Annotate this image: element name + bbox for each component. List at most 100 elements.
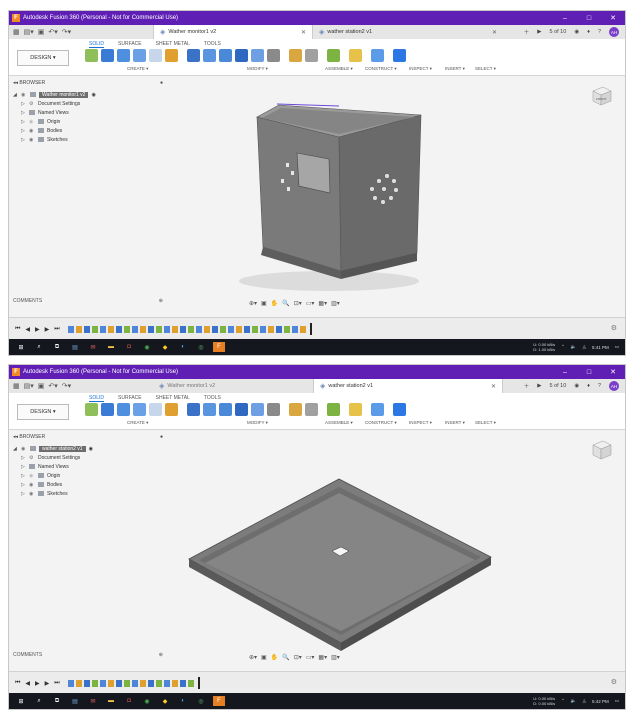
timeline-play-icon[interactable]: ▶: [35, 326, 40, 333]
tab-wather-monitor[interactable]: ◈ Wather monitor1 v2 ✕: [153, 25, 313, 39]
search-icon[interactable]: ⌕: [33, 342, 45, 352]
visibility-icon[interactable]: ◉: [29, 473, 35, 479]
wifi-icon[interactable]: ◬: [583, 344, 586, 350]
viewports-icon[interactable]: ▥▾: [331, 300, 340, 307]
group-modify[interactable]: MODIFY ▾: [247, 420, 268, 426]
clock[interactable]: 5:42 PM: [592, 699, 609, 704]
design-workspace-button[interactable]: DESIGN ▾: [17, 404, 69, 420]
group-modify[interactable]: MODIFY ▾: [247, 66, 268, 72]
volume-icon[interactable]: 🔈: [571, 344, 577, 350]
look-at-icon[interactable]: ▣: [261, 654, 267, 661]
visibility-icon[interactable]: ◉: [29, 491, 35, 497]
timeline-feature[interactable]: [299, 325, 306, 333]
store-icon[interactable]: ▤: [69, 696, 81, 706]
avatar[interactable]: AH: [609, 27, 619, 37]
file-explorer-icon[interactable]: ▬: [105, 342, 117, 352]
shell-icon[interactable]: [235, 49, 248, 62]
timeline-feature[interactable]: [275, 325, 282, 333]
pan-icon[interactable]: ✋: [271, 300, 278, 307]
chrome-icon[interactable]: ◉: [141, 342, 153, 352]
redo-icon[interactable]: ↷▾: [62, 382, 71, 390]
timeline-feature[interactable]: [211, 325, 218, 333]
canvas-viewport[interactable]: [169, 75, 609, 310]
timeline-feature[interactable]: [171, 679, 178, 687]
as-built-joint-icon[interactable]: [305, 403, 318, 416]
maximize-icon[interactable]: □: [577, 15, 601, 22]
collapse-icon[interactable]: ◢: [13, 92, 18, 98]
expand-icon[interactable]: ▷: [21, 473, 26, 479]
timeline-feature[interactable]: [107, 325, 114, 333]
timeline-feature[interactable]: [107, 679, 114, 687]
close-icon[interactable]: ✕: [601, 14, 625, 22]
group-create[interactable]: CREATE ▾: [127, 420, 148, 426]
browser-header[interactable]: ◂◂ BROWSER: [13, 80, 45, 86]
browser-item-sketches[interactable]: ▷ ◉ Sketches: [13, 489, 163, 498]
new-tab-icon[interactable]: ＋: [524, 28, 530, 36]
visibility-icon[interactable]: ◉: [29, 119, 35, 125]
timeline-feature[interactable]: [155, 325, 162, 333]
timeline-feature[interactable]: [251, 325, 258, 333]
office-icon[interactable]: ◘: [123, 342, 135, 352]
pattern-icon[interactable]: [149, 403, 162, 416]
group-inspect[interactable]: INSPECT ▾: [409, 66, 432, 72]
orbit-icon[interactable]: ⊕▾: [249, 654, 257, 661]
app-icon[interactable]: ◆: [159, 696, 171, 706]
minimize-icon[interactable]: –: [553, 369, 577, 376]
help-icon[interactable]: ?: [598, 29, 601, 35]
whatsapp-icon[interactable]: ◎: [195, 696, 207, 706]
look-at-icon[interactable]: ▣: [261, 300, 267, 307]
timeline-feature[interactable]: [75, 679, 82, 687]
save-icon[interactable]: ▣: [38, 28, 45, 36]
browser-item-named-views[interactable]: ▷ Named Views: [13, 462, 163, 471]
timeline-feature[interactable]: [179, 679, 186, 687]
expand-icon[interactable]: ▷: [21, 101, 26, 107]
timeline-feature[interactable]: [123, 679, 130, 687]
timeline-play-icon[interactable]: ▶: [35, 680, 40, 687]
insert-image-icon[interactable]: [371, 49, 384, 62]
search-icon[interactable]: ⌕: [33, 696, 45, 706]
timeline-feature[interactable]: [179, 325, 186, 333]
notifications-icon[interactable]: ♦: [587, 29, 590, 35]
tab-tools[interactable]: TOOLS: [204, 395, 221, 402]
grid-menu-icon[interactable]: ▦: [13, 382, 20, 390]
app-icon[interactable]: ◆: [159, 342, 171, 352]
expand-icon[interactable]: ▷: [21, 137, 26, 143]
group-select[interactable]: SELECT ▾: [475, 420, 496, 426]
tab-close-icon[interactable]: ✕: [301, 29, 306, 36]
browser-item-bodies[interactable]: ▷ ◉ Bodies: [13, 126, 163, 135]
tab-solid[interactable]: SOLID: [89, 41, 105, 48]
offset-plane-icon[interactable]: [327, 403, 340, 416]
hole-icon[interactable]: [133, 49, 146, 62]
edge-icon[interactable]: ◐: [177, 342, 189, 352]
timeline-feature[interactable]: [67, 679, 74, 687]
timeline-feature[interactable]: [91, 325, 98, 333]
expand-icon[interactable]: ▷: [21, 482, 26, 488]
design-workspace-button[interactable]: DESIGN ▾: [17, 50, 69, 66]
windows-start-icon[interactable]: ⊞: [15, 696, 27, 706]
browser-item-origin[interactable]: ▷ ◉ Origin: [13, 471, 163, 480]
visibility-icon[interactable]: ◉: [21, 446, 27, 452]
timeline-forward-icon[interactable]: ▶: [45, 680, 50, 687]
timeline-feature[interactable]: [267, 325, 274, 333]
shell-icon[interactable]: [235, 403, 248, 416]
volume-icon[interactable]: 🔈: [571, 698, 577, 704]
office-icon[interactable]: ◘: [123, 696, 135, 706]
timeline-feature[interactable]: [139, 679, 146, 687]
timeline-feature[interactable]: [291, 325, 298, 333]
viewports-icon[interactable]: ▥▾: [331, 654, 340, 661]
browser-item-origin[interactable]: ▷ ◉ Origin: [13, 117, 163, 126]
viewcube-icon[interactable]: FRONT: [587, 83, 615, 109]
browser-root[interactable]: ◢ ◉ Wather monitor1 v2 ◉: [13, 90, 163, 99]
close-icon[interactable]: ✕: [601, 368, 625, 376]
select-icon[interactable]: [393, 403, 406, 416]
new-component-icon[interactable]: [85, 49, 98, 62]
browser-item-document-settings[interactable]: ▷ ⚙ Document Settings: [13, 99, 163, 108]
group-assemble[interactable]: ASSEMBLE ▾: [325, 420, 353, 426]
browser-item-document-settings[interactable]: ▷ ⚙ Document Settings: [13, 453, 163, 462]
combine-icon[interactable]: [251, 403, 264, 416]
timeline-feature[interactable]: [147, 679, 154, 687]
help-icon[interactable]: ?: [598, 383, 601, 389]
browser-item-named-views[interactable]: ▷ Named Views: [13, 108, 163, 117]
measure-icon[interactable]: [349, 403, 362, 416]
offset-plane-icon[interactable]: [327, 49, 340, 62]
